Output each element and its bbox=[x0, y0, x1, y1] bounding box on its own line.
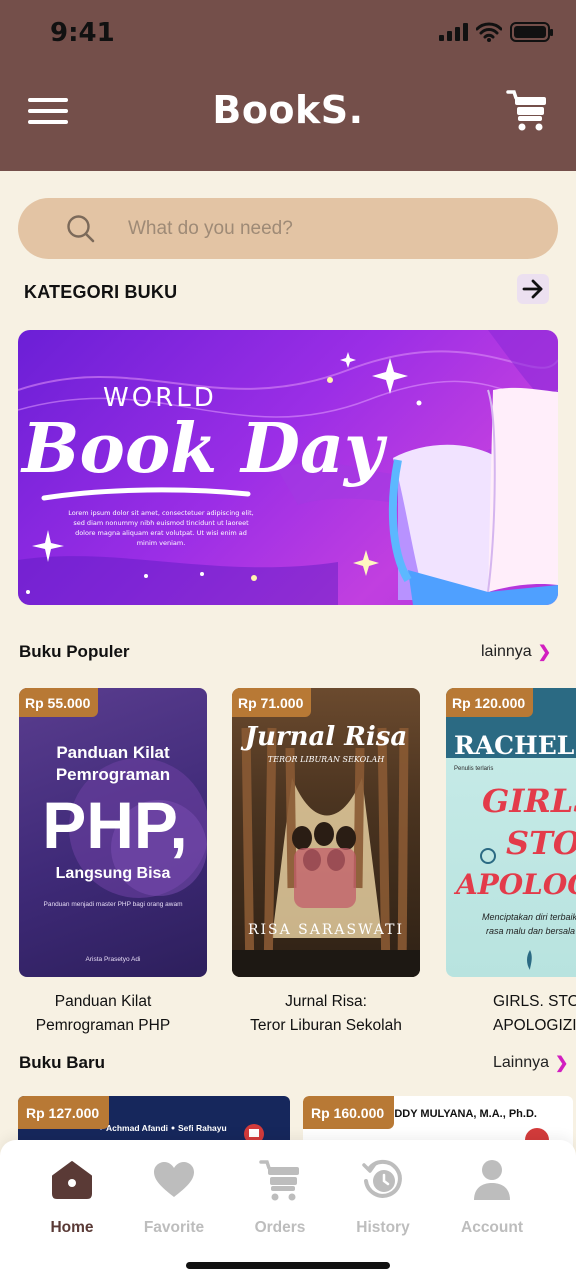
new-books-title: Buku Baru bbox=[19, 1053, 105, 1072]
cover-php-big: PHP, bbox=[42, 788, 188, 862]
book-card-girls-stop[interactable]: RACHEL HOL Penulis terlaris GIRLS STOP A… bbox=[446, 688, 576, 977]
app-logo: BookS. bbox=[212, 88, 364, 132]
new-book-author2: Sefi Rahayu bbox=[178, 1123, 227, 1133]
price-tag: Rp 71.000 bbox=[232, 688, 312, 717]
popular-title: Buku Populer bbox=[19, 642, 130, 661]
tab-history[interactable]: History bbox=[333, 1158, 433, 1237]
popular-more-link[interactable]: lainnya ❯ bbox=[481, 642, 551, 662]
cover-girls-sub1: Menciptakan diri terbaik bbox=[482, 912, 576, 922]
book-card-php[interactable]: Panduan Kilat Pemrograman PHP, Langsung … bbox=[19, 688, 207, 977]
cover-girls-line1: GIRLS bbox=[482, 782, 576, 820]
cover-girls-tagline: Penulis terlaris bbox=[454, 766, 493, 772]
chevron-right-icon: ❯ bbox=[555, 1055, 569, 1072]
chevron-right-icon: ❯ bbox=[537, 644, 552, 661]
tab-history-label: History bbox=[356, 1219, 410, 1236]
user-icon bbox=[470, 1158, 514, 1202]
book-title-line2: Pemrograman PHP bbox=[35, 1017, 171, 1034]
book-cover-php: Panduan Kilat Pemrograman PHP, Langsung … bbox=[42, 743, 207, 963]
search-bar[interactable] bbox=[18, 198, 558, 259]
categories-arrow-button[interactable] bbox=[517, 274, 549, 304]
home-indicator bbox=[186, 1262, 390, 1269]
book-title-php[interactable]: Panduan Kilat Pemrograman PHP bbox=[3, 990, 203, 1038]
cart-icon bbox=[258, 1158, 302, 1202]
tab-favorite-label: Favorite bbox=[143, 1219, 205, 1236]
cover-girls-line3: APOLOGIZ bbox=[453, 868, 576, 901]
tab-orders[interactable]: Orders bbox=[230, 1158, 330, 1237]
book-title-line1: GIRLS. STOP bbox=[493, 993, 576, 1010]
status-icons bbox=[439, 22, 553, 42]
cover-php-line1: Panduan Kilat bbox=[56, 743, 170, 762]
price-tag: Rp 55.000 bbox=[19, 688, 99, 717]
book-title-line1: Jurnal Risa: bbox=[285, 993, 367, 1010]
banner-headline-big: Book Day bbox=[20, 409, 388, 489]
tab-account-label: Account bbox=[461, 1219, 523, 1236]
history-icon bbox=[361, 1158, 405, 1202]
cover-php-line2: Pemrograman bbox=[56, 765, 170, 784]
cover-php-tagline: Panduan menjadi master PHP bagi orang aw… bbox=[44, 901, 183, 908]
book-cover-girls-stop: RACHEL HOL Penulis terlaris GIRLS STOP A… bbox=[446, 688, 576, 970]
cover-php-author: Arista Prasetyo Adi bbox=[86, 956, 141, 963]
banner-body-text: Lorem ipsum dolor sit amet, consectetuer… bbox=[68, 509, 254, 548]
book-cover-jurnal-risa: Jurnal Risa TEROR LIBURAN SEKOLAH RISA S… bbox=[232, 722, 420, 977]
tab-home[interactable]: Home bbox=[22, 1158, 122, 1237]
banner-art: WORLD Book Day bbox=[18, 330, 558, 605]
tab-favorite[interactable]: Favorite bbox=[124, 1158, 224, 1237]
cover-girls-line2: STOP bbox=[506, 824, 576, 862]
status-time: 9:41 bbox=[50, 18, 115, 48]
cover-girls-sub2: rasa malu dan bersala bbox=[486, 926, 575, 936]
book-title-line2: APOLOGIZING bbox=[493, 1017, 576, 1034]
popular-more-label: lainnya bbox=[481, 643, 532, 660]
promo-banner[interactable]: WORLD Book Day Lorem ipsum dolor sit ame… bbox=[18, 330, 558, 605]
price-tag: Rp 120.000 bbox=[446, 688, 534, 717]
wifi-icon bbox=[476, 22, 502, 42]
book-title-girls-stop[interactable]: GIRLS. STOP APOLOGIZING bbox=[441, 990, 576, 1038]
book-title-jurnal-risa[interactable]: Jurnal Risa: Teror Liburan Sekolah bbox=[226, 990, 426, 1038]
categories-title: KATEGORI BUKU bbox=[24, 282, 178, 302]
app-header: 9:41 BookS. bbox=[0, 0, 576, 171]
search-input[interactable] bbox=[128, 217, 508, 240]
tab-orders-label: Orders bbox=[254, 1219, 306, 1236]
new-book-author1: Achmad Afandi bbox=[106, 1123, 168, 1133]
battery-icon bbox=[510, 22, 553, 42]
book-card-jurnal-risa[interactable]: Jurnal Risa TEROR LIBURAN SEKOLAH RISA S… bbox=[232, 688, 420, 977]
new-book-author: EDDY MULYANA, M.A., Ph.D. bbox=[387, 1108, 537, 1120]
tab-account[interactable]: Account bbox=[442, 1158, 542, 1237]
heart-icon bbox=[152, 1158, 196, 1202]
new-books-more-link[interactable]: Lainnya ❯ bbox=[493, 1053, 568, 1073]
book-title-line1: Panduan Kilat bbox=[54, 993, 152, 1010]
cover-risa-author: RISA SARASWATI bbox=[248, 922, 404, 938]
book-title-line2: Teror Liburan Sekolah bbox=[250, 1017, 402, 1034]
new-books-more-label: Lainnya bbox=[493, 1054, 550, 1071]
cover-php-line3: Langsung Bisa bbox=[56, 865, 171, 882]
home-icon bbox=[50, 1158, 94, 1202]
price-tag: Rp 160.000 bbox=[303, 1096, 395, 1129]
price-tag: Rp 127.000 bbox=[18, 1096, 110, 1129]
cover-girls-author: RACHEL HOL bbox=[454, 731, 576, 760]
arrow-right-icon bbox=[522, 279, 543, 299]
search-icon bbox=[67, 214, 95, 242]
bottom-tab-bar: Home Favorite Orders History Account bbox=[0, 1140, 576, 1280]
tab-home-label: Home bbox=[50, 1219, 94, 1236]
signal-icon bbox=[439, 23, 468, 41]
cover-risa-subtitle: TEROR LIBURAN SEKOLAH bbox=[268, 755, 385, 764]
cover-risa-title: Jurnal Risa bbox=[240, 722, 408, 752]
cart-button[interactable] bbox=[506, 88, 548, 132]
